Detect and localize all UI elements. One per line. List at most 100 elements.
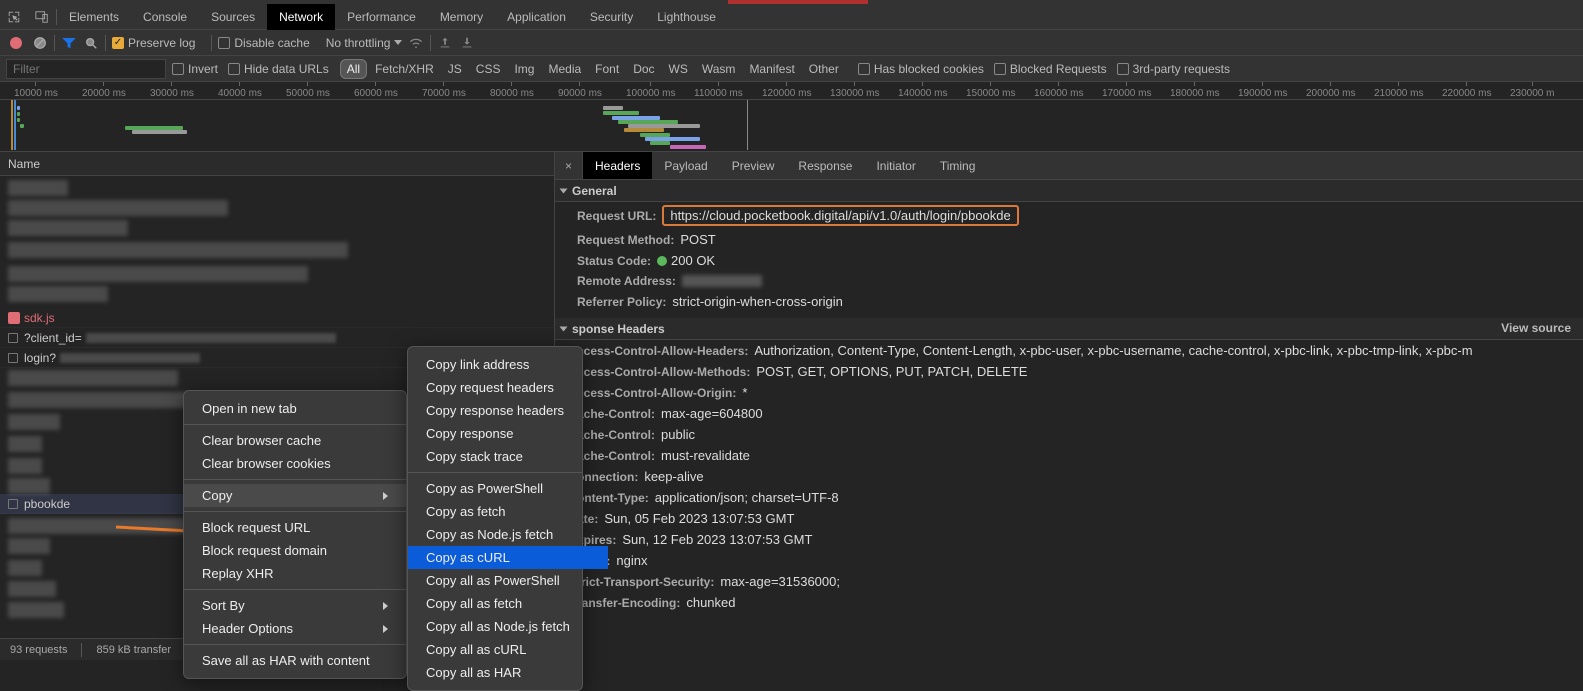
timeline-tick: 140000 ms [898, 82, 947, 99]
timeline-tick: 90000 ms [558, 82, 602, 99]
filter-type-img[interactable]: Img [508, 60, 540, 78]
throttling-select[interactable]: No throttling [326, 36, 403, 50]
detail-tab-response[interactable]: Response [786, 152, 864, 179]
timeline-tick: 180000 ms [1170, 82, 1219, 99]
request-method-value: POST [680, 232, 715, 247]
ctx-copy-copy-all-as-powershell[interactable]: Copy all as PowerShell [408, 569, 608, 592]
blocked-requests-checkbox[interactable]: Blocked Requests [994, 62, 1107, 76]
filter-type-other[interactable]: Other [803, 60, 845, 78]
response-header-line: ache-Control:public [555, 424, 1583, 445]
ctx-clear-cache[interactable]: Clear browser cache [184, 429, 406, 452]
caret-down-icon [394, 40, 402, 45]
clear-icon[interactable] [32, 35, 48, 51]
panel-tab-performance[interactable]: Performance [335, 4, 428, 30]
preserve-log-checkbox[interactable]: Preserve log [112, 36, 195, 50]
ctx-save-har[interactable]: Save all as HAR with content [184, 649, 406, 672]
filter-type-wasm[interactable]: Wasm [696, 60, 742, 78]
panel-tab-console[interactable]: Console [131, 4, 199, 30]
detail-tab-headers[interactable]: Headers [583, 152, 652, 179]
ctx-clear-cookies[interactable]: Clear browser cookies [184, 452, 406, 475]
timeline-tick: 170000 ms [1102, 82, 1151, 99]
divider [105, 35, 106, 51]
filter-type-all[interactable]: All [340, 59, 367, 79]
ctx-block-url[interactable]: Block request URL [184, 516, 406, 539]
chevron-right-icon [383, 602, 388, 610]
detail-tab-timing[interactable]: Timing [928, 152, 988, 179]
ctx-copy-submenu[interactable]: Copy [184, 484, 406, 507]
ctx-open-new-tab[interactable]: Open in new tab [184, 397, 406, 420]
filter-type-doc[interactable]: Doc [627, 60, 660, 78]
ctx-replay-xhr[interactable]: Replay XHR [184, 562, 406, 585]
detail-tab-preview[interactable]: Preview [720, 152, 787, 179]
ctx-copy-copy-all-as-node-js-fetch[interactable]: Copy all as Node.js fetch [408, 615, 608, 638]
panel-tab-sources[interactable]: Sources [199, 4, 267, 30]
filter-type-manifest[interactable]: Manifest [743, 60, 800, 78]
response-header-line: ache-Control:max-age=604800 [555, 403, 1583, 424]
device-icon[interactable] [28, 4, 56, 30]
detail-tab-initiator[interactable]: Initiator [864, 152, 927, 179]
panel-tab-security[interactable]: Security [578, 4, 645, 30]
close-icon[interactable]: × [555, 152, 583, 179]
wifi-icon[interactable] [408, 35, 424, 51]
response-header-line: erver:nginx [555, 550, 1583, 571]
filter-type-media[interactable]: Media [542, 60, 587, 78]
response-header-line: onnection:keep-alive [555, 466, 1583, 487]
ctx-copy-copy-as-node-js-fetch[interactable]: Copy as Node.js fetch [408, 523, 608, 546]
filter-type-fetchxhr[interactable]: Fetch/XHR [369, 60, 440, 78]
filter-type-ws[interactable]: WS [663, 60, 694, 78]
detail-tab-payload[interactable]: Payload [652, 152, 719, 179]
ctx-copy-copy-response-headers[interactable]: Copy response headers [408, 399, 608, 422]
invert-checkbox[interactable]: Invert [172, 62, 218, 76]
request-url-value[interactable]: https://cloud.pocketbook.digital/api/v1.… [662, 205, 1018, 226]
disable-cache-checkbox[interactable]: Disable cache [218, 36, 309, 50]
ctx-copy-copy-as-curl[interactable]: Copy as cURL [408, 546, 608, 569]
inspect-icon[interactable] [0, 4, 28, 30]
filter-type-js[interactable]: JS [442, 60, 468, 78]
ctx-copy-copy-all-as-fetch[interactable]: Copy all as fetch [408, 592, 608, 615]
panel-tab-application[interactable]: Application [495, 4, 578, 30]
ctx-copy-copy-all-as-curl[interactable]: Copy all as cURL [408, 638, 608, 661]
upload-icon[interactable] [437, 35, 453, 51]
timeline-tick: 160000 ms [1034, 82, 1083, 99]
blocked-cookies-checkbox[interactable]: Has blocked cookies [858, 62, 984, 76]
record-button[interactable] [10, 37, 22, 49]
filter-icon[interactable] [61, 35, 77, 51]
ctx-block-domain[interactable]: Block request domain [184, 539, 406, 562]
table-row[interactable]: ?client_id= [0, 328, 554, 348]
ctx-sort-by[interactable]: Sort By [184, 594, 406, 617]
table-row[interactable]: sdk.js [0, 308, 554, 328]
panel-tab-memory[interactable]: Memory [428, 4, 495, 30]
ctx-copy-copy-as-powershell[interactable]: Copy as PowerShell [408, 477, 608, 500]
timeline-tick: 50000 ms [286, 82, 330, 99]
general-section[interactable]: General [555, 180, 1583, 202]
ctx-copy-copy-as-fetch[interactable]: Copy as fetch [408, 500, 608, 523]
ctx-copy-copy-request-headers[interactable]: Copy request headers [408, 376, 608, 399]
filter-type-font[interactable]: Font [589, 60, 625, 78]
name-column-header[interactable]: Name [0, 152, 554, 176]
panel-tab-lighthouse[interactable]: Lighthouse [645, 4, 728, 30]
timeline-tick: 110000 ms [694, 82, 743, 99]
ctx-copy-copy-link-address[interactable]: Copy link address [408, 353, 608, 376]
ctx-copy-copy-stack-trace[interactable]: Copy stack trace [408, 445, 608, 468]
third-party-checkbox[interactable]: 3rd-party requests [1117, 62, 1230, 76]
timeline-tick: 40000 ms [218, 82, 262, 99]
headers-view: General Request URL: https://cloud.pocket… [555, 180, 1583, 660]
download-icon[interactable] [459, 35, 475, 51]
redacted-value [682, 275, 762, 287]
response-header-line: ccess-Control-Allow-Origin:* [555, 382, 1583, 403]
ctx-copy-copy-response[interactable]: Copy response [408, 422, 608, 445]
network-timeline[interactable]: 10000 ms20000 ms30000 ms40000 ms50000 ms… [0, 82, 1583, 152]
filter-type-css[interactable]: CSS [470, 60, 507, 78]
request-url-label: Request URL: [577, 209, 656, 223]
panel-tab-network[interactable]: Network [267, 4, 335, 30]
hide-data-checkbox[interactable]: Hide data URLs [228, 62, 329, 76]
ctx-header-options[interactable]: Header Options [184, 617, 406, 640]
ctx-copy-copy-all-as-har[interactable]: Copy all as HAR [408, 661, 608, 684]
filter-input[interactable] [6, 59, 166, 79]
view-source-link[interactable]: View source [1501, 321, 1571, 335]
response-headers-section[interactable]: sponse Headers View source [555, 318, 1583, 340]
request-method-label: Request Method: [577, 233, 674, 247]
panel-tab-elements[interactable]: Elements [57, 4, 131, 30]
response-header-line: ontent-Type:application/json; charset=UT… [555, 487, 1583, 508]
search-icon[interactable] [83, 35, 99, 51]
